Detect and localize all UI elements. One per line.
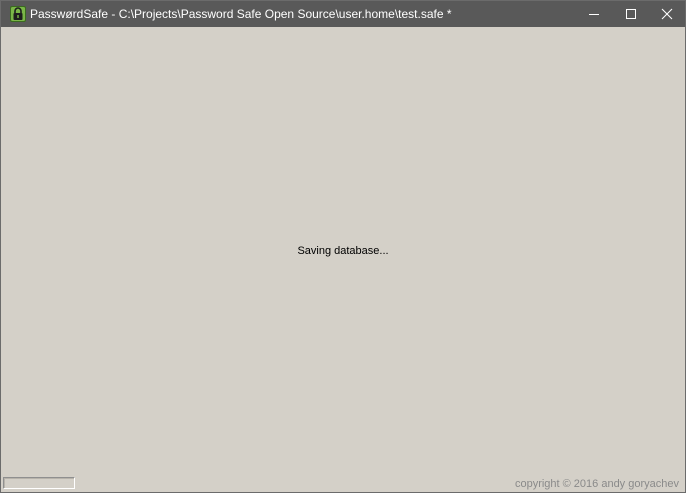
minimize-button[interactable] <box>575 1 612 27</box>
minimize-icon <box>588 14 599 15</box>
progress-bar <box>3 477 75 489</box>
maximize-icon <box>625 9 636 19</box>
close-button[interactable] <box>648 1 685 27</box>
title-bar[interactable]: PasswørdSafe - C:\Projects\Password Safe… <box>1 1 685 27</box>
maximize-button[interactable] <box>612 1 649 27</box>
app-window: PasswørdSafe - C:\Projects\Password Safe… <box>0 0 686 493</box>
lock-icon <box>10 6 26 22</box>
main-content: Saving database... copyright © 2016 andy… <box>1 27 685 492</box>
window-title: PasswørdSafe - C:\Projects\Password Safe… <box>30 7 452 21</box>
close-icon <box>661 8 672 20</box>
copyright-text: copyright © 2016 andy goryachev <box>514 478 679 490</box>
status-message: Saving database... <box>297 245 389 257</box>
